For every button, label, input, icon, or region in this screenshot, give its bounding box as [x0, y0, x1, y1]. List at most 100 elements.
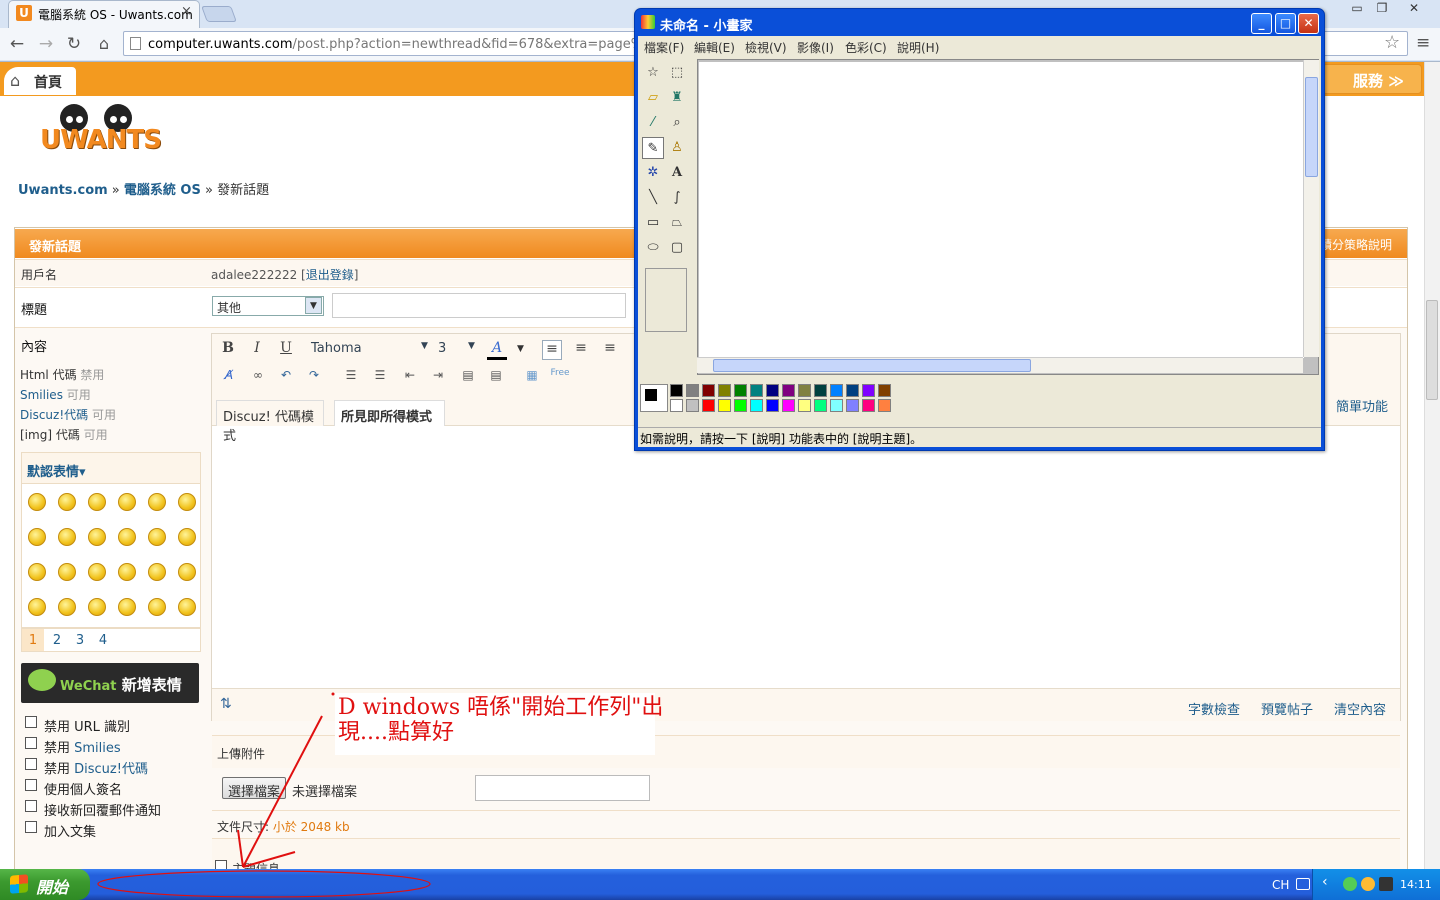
- float-left-icon[interactable]: ▤: [458, 368, 478, 388]
- brush-icon[interactable]: ♙: [666, 137, 688, 159]
- color-swatch[interactable]: [846, 399, 859, 412]
- clear-content-link[interactable]: 清空內容: [1334, 699, 1386, 718]
- home-icon[interactable]: ⌂: [94, 34, 114, 53]
- color-swatch[interactable]: [862, 384, 875, 397]
- tab-wysiwyg-mode[interactable]: 所見即所得模式: [334, 400, 445, 426]
- smiley-icon[interactable]: [178, 528, 196, 546]
- bookmark-star-icon[interactable]: ☆: [1384, 32, 1400, 53]
- keyboard-icon[interactable]: [1296, 878, 1310, 890]
- paint-menu-edit[interactable]: 編輯(E): [694, 39, 735, 56]
- font-family-select[interactable]: Tahoma ▼: [311, 341, 431, 359]
- curve-icon[interactable]: ∫: [666, 187, 688, 209]
- smiley-icon[interactable]: [148, 563, 166, 581]
- free-icon[interactable]: Free: [550, 368, 570, 388]
- paint-menu-view[interactable]: 檢視(V): [745, 39, 787, 56]
- smiley-icon[interactable]: [28, 598, 46, 616]
- tab-code-mode[interactable]: Discuz! 代碼模式: [216, 400, 324, 444]
- font-size-select[interactable]: 3 ▼: [438, 341, 478, 359]
- ordered-list-icon[interactable]: ☰: [341, 368, 361, 388]
- paint-minimize-button[interactable]: _: [1251, 13, 1272, 34]
- smiley-icon[interactable]: [118, 528, 136, 546]
- color-swatch[interactable]: [670, 399, 683, 412]
- smiley-icon[interactable]: [148, 493, 166, 511]
- color-swatch[interactable]: [830, 384, 843, 397]
- free-select-icon[interactable]: ☆: [642, 62, 664, 84]
- word-count-link[interactable]: 字數檢查: [1188, 699, 1240, 718]
- paint-menu-colors[interactable]: 色彩(C): [845, 39, 887, 56]
- paint-close-button[interactable]: ✕: [1298, 13, 1319, 34]
- ellipse-icon[interactable]: ⬭: [642, 237, 664, 259]
- line-icon[interactable]: ╲: [642, 187, 664, 209]
- breadcrumb-forum-link[interactable]: 電腦系統 OS: [124, 183, 201, 198]
- redo-icon[interactable]: ↷: [304, 368, 324, 388]
- align-right-icon[interactable]: ≡: [600, 340, 620, 360]
- smiley-icon[interactable]: [178, 493, 196, 511]
- color-swatch[interactable]: [734, 399, 747, 412]
- breadcrumb-home-link[interactable]: Uwants.com: [18, 183, 108, 198]
- forward-arrow-icon[interactable]: →: [36, 34, 56, 54]
- language-indicator[interactable]: CH: [1272, 878, 1289, 892]
- rect-select-icon[interactable]: ⬚: [666, 62, 688, 84]
- pencil-icon[interactable]: ✎: [642, 137, 664, 159]
- color-swatch[interactable]: [750, 399, 763, 412]
- smiley-page-4[interactable]: 4: [93, 633, 113, 648]
- unordered-list-icon[interactable]: ☰: [370, 368, 390, 388]
- color-swatch[interactable]: [670, 384, 683, 397]
- bold-button[interactable]: B: [218, 340, 238, 360]
- smiley-icon[interactable]: [118, 598, 136, 616]
- paint-menu-help[interactable]: 說明(H): [897, 39, 939, 56]
- window-close-button[interactable]: ✕: [1402, 0, 1426, 17]
- paint-maximize-button[interactable]: □: [1275, 13, 1296, 34]
- smiley-page-1[interactable]: 1: [23, 633, 43, 648]
- preview-link[interactable]: 預覽帖子: [1261, 699, 1313, 718]
- paint-canvas[interactable]: [699, 62, 1304, 358]
- default-smilies-dropdown[interactable]: 默認表情▾: [27, 461, 86, 480]
- color-swatch[interactable]: [718, 384, 731, 397]
- current-colors[interactable]: [640, 384, 668, 412]
- browser-tab-active[interactable]: U 電腦系統 OS - Uwants.com ×: [8, 0, 200, 28]
- color-swatch[interactable]: [766, 399, 779, 412]
- smiley-icon[interactable]: [28, 493, 46, 511]
- color-swatch[interactable]: [734, 384, 747, 397]
- color-swatch[interactable]: [702, 399, 715, 412]
- smiley-icon[interactable]: [178, 598, 196, 616]
- color-swatch[interactable]: [862, 399, 875, 412]
- align-left-icon[interactable]: ≡: [542, 340, 562, 360]
- link-icon[interactable]: ∞: [248, 368, 268, 388]
- rule-name-link[interactable]: Discuz!代碼: [20, 408, 88, 422]
- window-restore-button[interactable]: ❐: [1370, 0, 1394, 17]
- color-swatch[interactable]: [798, 399, 811, 412]
- color-swatch[interactable]: [782, 384, 795, 397]
- smiley-icon[interactable]: [148, 598, 166, 616]
- page-scrollbar[interactable]: [1424, 62, 1440, 869]
- browser-menu-icon[interactable]: ≡: [1416, 33, 1430, 53]
- tab-close-icon[interactable]: ×: [181, 4, 192, 19]
- float-right-icon[interactable]: ▤: [486, 368, 506, 388]
- smiley-icon[interactable]: [58, 598, 76, 616]
- info-icon[interactable]: [1361, 877, 1375, 891]
- tool-options-box[interactable]: [645, 268, 687, 332]
- italic-button[interactable]: I: [247, 340, 267, 360]
- fill-bucket-icon[interactable]: ♜: [666, 87, 688, 109]
- color-swatch[interactable]: [878, 399, 891, 412]
- back-arrow-icon[interactable]: ←: [7, 34, 27, 54]
- paint-menu-file[interactable]: 檔案(F): [644, 39, 684, 56]
- smiley-icon[interactable]: [148, 528, 166, 546]
- align-center-icon[interactable]: ≡: [571, 340, 591, 360]
- color-swatch[interactable]: [846, 384, 859, 397]
- remove-format-icon[interactable]: A̸: [219, 368, 239, 388]
- color-swatch[interactable]: [750, 384, 763, 397]
- magnifier-icon[interactable]: ⌕: [666, 112, 688, 134]
- chevron-down-icon[interactable]: ▼: [517, 344, 524, 354]
- paint-vscroll-thumb[interactable]: [1305, 77, 1318, 177]
- smiley-icon[interactable]: [28, 563, 46, 581]
- color-swatch[interactable]: [702, 384, 715, 397]
- smiley-page-2[interactable]: 2: [47, 633, 67, 648]
- eraser-icon[interactable]: ▱: [642, 87, 664, 109]
- undo-icon[interactable]: ↶: [276, 368, 296, 388]
- smiley-icon[interactable]: [88, 598, 106, 616]
- rule-name-link[interactable]: Smilies: [20, 388, 63, 402]
- chevron-down-icon[interactable]: ▼: [305, 297, 322, 314]
- rounded-rect-icon[interactable]: ▢: [666, 237, 688, 259]
- smiley-icon[interactable]: [58, 563, 76, 581]
